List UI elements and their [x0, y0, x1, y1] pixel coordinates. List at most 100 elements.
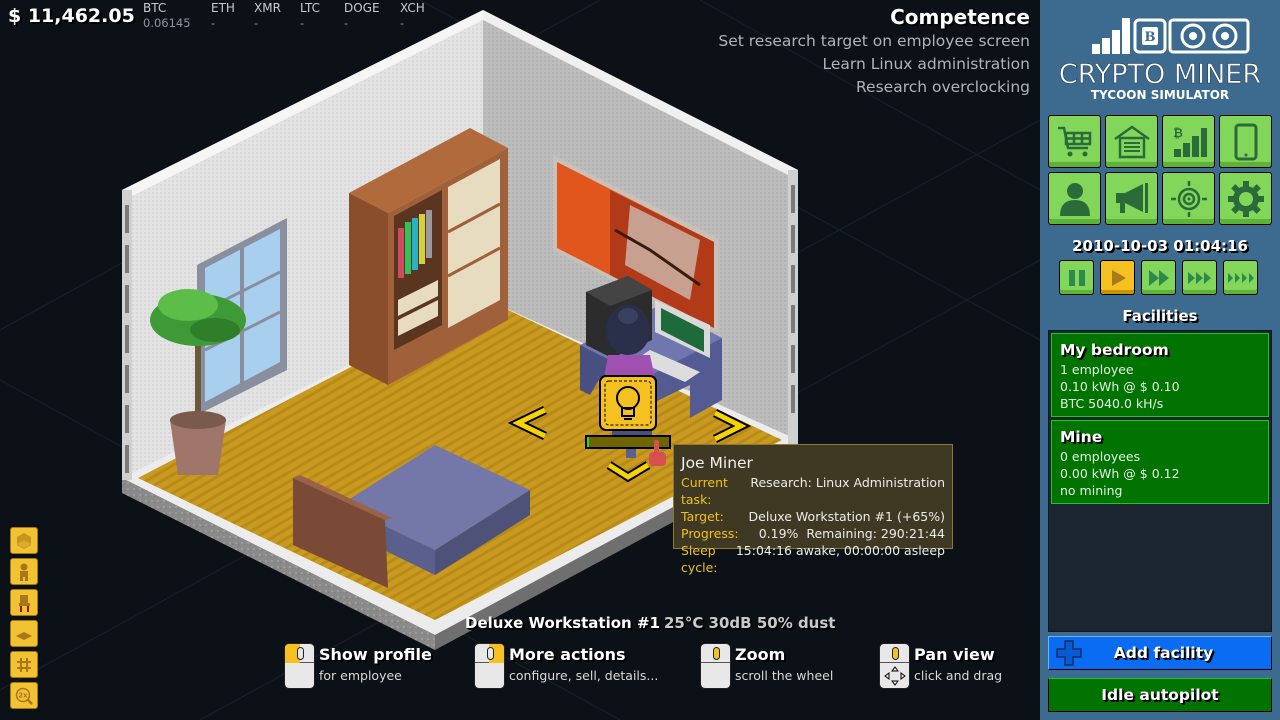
- view-tools: 2x: [10, 527, 38, 713]
- facilities-title: Facilities: [1122, 307, 1198, 325]
- menu-phone-button[interactable]: [1219, 115, 1272, 168]
- signal-bars-icon: [1092, 18, 1130, 54]
- logo-title: CRYPTO MINER: [1059, 59, 1261, 90]
- add-facility-label: Add facility: [1113, 644, 1214, 662]
- mouse-scroll-icon: [700, 643, 731, 689]
- isometric-room-scene[interactable]: [0, 0, 1040, 720]
- menu-settings-button[interactable]: [1219, 172, 1272, 225]
- hint-subtitle: configure, sell, details...: [509, 668, 659, 683]
- tooltip-key: Current task:: [681, 475, 728, 507]
- tool-employee[interactable]: [10, 558, 38, 585]
- pan-arrows-icon: [884, 666, 906, 686]
- facility-mining: no mining: [1060, 483, 1123, 498]
- svg-text:₿: ₿: [1173, 126, 1183, 140]
- coin-balance: -: [300, 16, 305, 30]
- add-facility-button[interactable]: Add facility: [1048, 636, 1272, 670]
- lightbulb-icon[interactable]: [599, 375, 657, 431]
- game-datetime: 2010-10-03 01:04:16: [1072, 237, 1248, 255]
- menu-marketing-button[interactable]: [1105, 172, 1158, 225]
- tooltip-row-sleep-cycle: Sleep cycle: 15:04:16 awake, 00:00:00 asl…: [681, 542, 945, 576]
- selected-object-stats: 25°C 30dB 50% dust: [663, 614, 836, 632]
- coin-balance: -: [211, 16, 216, 30]
- facility-card-mine[interactable]: Mine 0 employees 0.00 kWh @ $ 0.12 no mi…: [1051, 420, 1269, 504]
- person-icon: [1059, 182, 1090, 216]
- facility-name: My bedroom: [1060, 341, 1169, 359]
- megaphone-icon: [1115, 182, 1148, 213]
- game-logo: B CRYPTO MINER TYCOON SIMULATOR: [1059, 18, 1261, 102]
- employee-name: Joe Miner: [681, 454, 753, 472]
- tool-zoom-2x[interactable]: 2x: [10, 682, 38, 709]
- tooltip-row-current-task: Current task: Research: Linux Administrat…: [681, 474, 945, 508]
- coin-doge[interactable]: DOGE -: [344, 1, 380, 31]
- tooltip-value: 15:04:16 awake, 00:00:00 asleep: [735, 543, 945, 558]
- tool-grid[interactable]: [10, 651, 38, 678]
- coin-btc[interactable]: BTC 0.06145: [143, 1, 191, 31]
- coin-symbol: BTC: [143, 1, 167, 15]
- mouse-left-click-icon: [284, 643, 315, 689]
- speed-faster-button[interactable]: [1182, 260, 1217, 295]
- menu-employees-button[interactable]: [1048, 172, 1101, 225]
- menu-targets-button[interactable]: [1162, 172, 1215, 225]
- hint-pan-view: Pan view click and drag: [879, 643, 1002, 689]
- svg-text:2x: 2x: [18, 691, 28, 699]
- tool-build-room[interactable]: [10, 527, 38, 554]
- furniture-icon: [19, 594, 30, 612]
- tooltip-value: Deluxe Workstation #1 (+65%): [748, 509, 945, 524]
- zoom-2x-icon: 2x: [15, 687, 33, 705]
- objective-item: Learn Linux administration: [822, 55, 1030, 73]
- facility-power: 0.10 kWh @ $ 0.10: [1060, 379, 1180, 394]
- fast-forward-icon: [1148, 269, 1169, 286]
- hint-title: Zoom: [735, 645, 786, 664]
- coin-eth[interactable]: ETH -: [211, 1, 235, 31]
- facility-mining: BTC 5040.0 kH/s: [1060, 396, 1164, 411]
- speed-play-button[interactable]: [1100, 260, 1135, 295]
- speed-fast-button[interactable]: [1141, 260, 1176, 295]
- objective-item: Research overclocking: [855, 78, 1030, 96]
- speed-controls: [1059, 260, 1258, 295]
- coin-symbol: DOGE: [344, 1, 380, 15]
- idle-autopilot-button[interactable]: Idle autopilot: [1048, 678, 1272, 712]
- tool-floor[interactable]: [10, 620, 38, 647]
- floor-icon: [16, 631, 32, 640]
- build-room-icon: [17, 532, 31, 549]
- gear-icon: [1227, 180, 1264, 217]
- gpu-fans-icon: [1168, 18, 1250, 54]
- menu-market-button[interactable]: ₿: [1162, 115, 1215, 168]
- objectives-panel: Competence Set research target on employ…: [690, 4, 1030, 99]
- game-viewport[interactable]: $ 11,462.05 BTC 0.06145 ETH - XMR - LTC - DO…: [0, 0, 1040, 720]
- sidebar: B CRYPTO MINER TYCOON SIMULATOR ₿ 2010-1…: [1040, 0, 1280, 720]
- facility-name: Mine: [1060, 428, 1103, 446]
- facility-card-my-bedroom[interactable]: My bedroom 1 employee 0.10 kWh @ $ 0.10 …: [1051, 333, 1269, 417]
- coin-symbol: LTC: [300, 1, 321, 15]
- tool-furniture[interactable]: [10, 589, 38, 616]
- facilities-list[interactable]: My bedroom 1 employee 0.10 kWh @ $ 0.10 …: [1048, 330, 1272, 632]
- facility-employees: 1 employee: [1060, 362, 1134, 377]
- task-progress-fill: [587, 437, 589, 447]
- hint-title: More actions: [509, 645, 626, 664]
- cart-icon: [1057, 126, 1091, 156]
- coin-xmr[interactable]: XMR -: [254, 1, 281, 31]
- coin-symbol: XMR: [254, 1, 281, 15]
- coin-balance: -: [400, 16, 405, 30]
- coin-ltc[interactable]: LTC -: [300, 1, 320, 31]
- menu-shop-button[interactable]: [1048, 115, 1101, 168]
- hint-subtitle: click and drag: [914, 668, 1003, 683]
- mouse-drag-icon: [879, 643, 910, 689]
- plus-icon: [1056, 640, 1082, 666]
- faster-forward-icon: [1187, 271, 1211, 284]
- tooltip-row-progress: Progress: 0.19% Remaining: 290:21:44: [681, 525, 945, 542]
- coin-symbol: ETH: [211, 1, 235, 15]
- tooltip-key: Target:: [681, 509, 724, 524]
- coin-xch[interactable]: XCH -: [400, 1, 425, 31]
- crosshair-icon: [1170, 180, 1207, 217]
- garage-icon: [1113, 124, 1150, 158]
- speed-fastest-button[interactable]: [1223, 260, 1258, 295]
- menu-warehouse-button[interactable]: [1105, 115, 1158, 168]
- tooltip-value: 0.19% Remaining: 290:21:44: [758, 526, 945, 541]
- logo-subtitle: TYCOON SIMULATOR: [1091, 88, 1229, 102]
- speed-pause-button[interactable]: [1059, 260, 1094, 295]
- coin-balance: 0.06145: [143, 16, 191, 30]
- grid-icon: [17, 657, 31, 672]
- hint-more-actions: More actions configure, sell, details...: [474, 643, 658, 689]
- hint-title: Pan view: [914, 645, 995, 664]
